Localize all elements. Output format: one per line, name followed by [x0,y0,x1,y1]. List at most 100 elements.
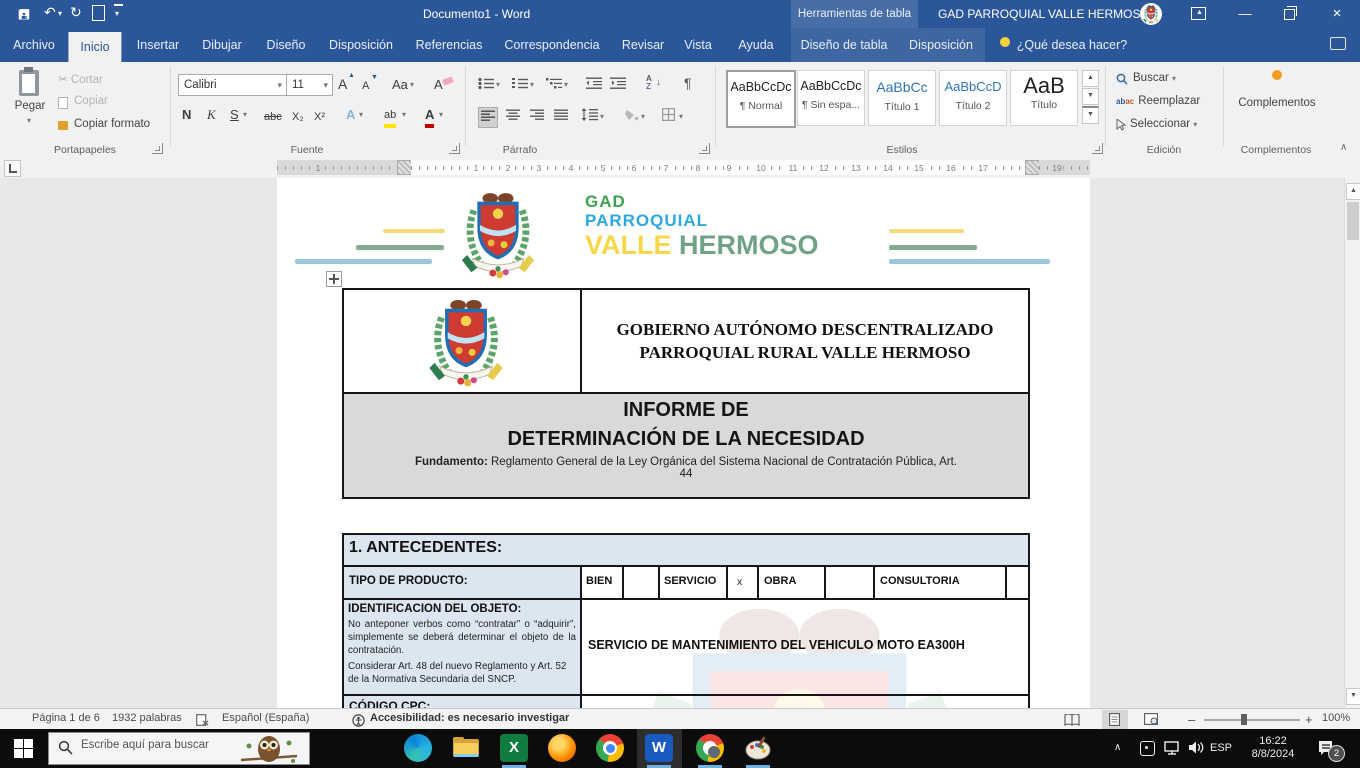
font-size-select[interactable]: 11▾ [286,74,333,96]
org-title[interactable]: GOBIERNO AUTÓNOMO DESCENTRALIZADO PARROQ… [582,318,1028,364]
language-tray[interactable]: ESP [1210,742,1232,755]
superscript-button[interactable]: X² [314,108,325,126]
tab-selector[interactable] [4,160,21,177]
tab-diseno[interactable]: Diseño [267,28,306,62]
font-dialog-launcher[interactable] [449,143,460,154]
font-name-select[interactable]: Calibri▾ [178,74,287,96]
style-normal[interactable]: AaBbCcDc¶ Normal [726,70,796,128]
bullets-button[interactable] [478,77,494,93]
zoom-out-button[interactable]: – [1188,712,1195,727]
pilcrow-button[interactable]: ¶ [684,75,692,91]
table-row-tipo[interactable]: TIPO DE PRODUCTO: BIEN SERVICIO x OBRA C… [342,565,1030,600]
underline-dropdown-icon[interactable]: ▾ [243,110,247,119]
change-case-button[interactable]: Aa [392,76,408,94]
sort-button[interactable]: AZ [646,75,652,91]
qat-customize-button[interactable]: ▾ [114,4,123,11]
search-input[interactable] [79,738,233,752]
bold-button[interactable]: N [182,106,191,124]
subscript-button[interactable]: X₂ [292,108,304,126]
tab-revisar[interactable]: Revisar [622,28,664,62]
paste-button[interactable]: Pegar ▾ [8,68,52,140]
numbering-button[interactable] [512,77,528,93]
copy-button[interactable]: Copiar [58,95,108,107]
tell-me-box[interactable]: ¿Qué desea hacer? [1017,28,1128,62]
tab-disposicion[interactable]: Disposición [329,28,393,62]
edge-icon[interactable] [404,734,432,762]
tab-inicio[interactable]: Inicio [68,32,121,62]
taskbar-search[interactable] [48,732,310,765]
scroll-up-button[interactable]: ▲ [1346,183,1360,200]
tray-expand-icon[interactable]: ∧ [1114,742,1121,753]
tab-ayuda[interactable]: Ayuda [738,28,773,62]
accessibility-status[interactable]: Accesibilidad: es necesario investigar [370,712,569,724]
zoom-slider-thumb[interactable] [1241,714,1247,725]
word-icon[interactable]: W [645,734,673,762]
word-count[interactable]: 1932 palabras [112,712,182,724]
addins-button[interactable]: Complementos [1232,70,1322,109]
ribbon-display-options-button[interactable]: ▲ [1191,7,1206,20]
tray-app-icon[interactable] [1140,741,1155,756]
objeto-text[interactable]: SERVICIO DE MANTENIMIENTO DEL VEHICULO M… [588,638,1022,652]
justify-button[interactable] [554,109,568,124]
align-left-button[interactable] [478,107,498,128]
table-row-identificacion[interactable]: IDENTIFICACION DEL OBJETO: No anteponer … [342,598,1030,696]
tipo-x-mark[interactable]: x [737,576,742,588]
vertical-scrollbar[interactable]: ▲ ▼ [1344,178,1360,708]
cut-button[interactable]: ✂ Cortar [58,72,103,86]
font-color-button[interactable]: A [425,106,434,128]
line-spacing-button[interactable] [582,108,598,124]
paragraph-dialog-launcher[interactable] [699,143,710,154]
firefox-icon[interactable] [548,734,576,762]
align-right-button[interactable] [530,109,544,124]
increase-indent-button[interactable] [610,77,626,93]
undo-dropdown-icon[interactable]: ▾ [58,9,62,18]
italic-button[interactable]: K [207,106,216,124]
table-row-informe[interactable]: INFORME DE DETERMINACIÓN DE LA NECESIDAD… [342,392,1030,499]
align-center-button[interactable] [506,109,520,124]
chrome-icon[interactable] [596,734,624,762]
select-button[interactable]: Seleccionar ▾ [1116,118,1197,130]
clock[interactable]: 16:228/8/2024 [1243,735,1303,761]
restore-button[interactable] [1284,9,1295,20]
proofing-icon[interactable] [196,714,209,729]
table-row-org[interactable]: GOBIERNO AUTÓNOMO DESCENTRALIZADO PARROQ… [342,288,1030,394]
style-sin-espaciado[interactable]: AaBbCcDc¶ Sin espa... [797,70,865,126]
volume-icon[interactable] [1188,740,1205,760]
styles-gallery-expand[interactable]: ▼ [1082,106,1099,124]
tab-dibujar[interactable]: Dibujar [202,28,242,62]
table-row-antecedentes[interactable]: 1. ANTECEDENTES: [342,533,1030,567]
scroll-down-button[interactable]: ▼ [1346,688,1360,705]
tab-insertar[interactable]: Insertar [137,28,179,62]
ident-left-cell[interactable]: IDENTIFICACION DEL OBJETO: No anteponer … [348,603,576,686]
avatar[interactable] [1140,3,1162,25]
tipo-consultoria[interactable]: CONSULTORIA [880,575,960,587]
decrease-indent-button[interactable] [586,77,602,93]
tab-disposicion-tabla[interactable]: Disposición [909,28,973,62]
tab-correspondencia[interactable]: Correspondencia [504,28,599,62]
style-titulo[interactable]: AaBTítulo [1010,70,1078,126]
borders-button[interactable] [662,108,675,124]
language-indicator[interactable]: Español (España) [222,712,309,724]
styles-dialog-launcher[interactable] [1092,143,1103,154]
scrollbar-thumb[interactable] [1347,202,1359,240]
web-layout-icon[interactable] [1144,713,1158,728]
chrome-profile-icon[interactable] [696,734,724,762]
start-button[interactable] [14,739,33,758]
tab-archivo[interactable]: Archivo [13,28,55,62]
zoom-in-button[interactable]: + [1305,712,1313,727]
print-preview-button[interactable] [92,5,105,21]
format-painter-button[interactable]: Copiar formato [58,118,150,130]
clipboard-dialog-launcher[interactable] [152,143,163,154]
tipo-bien[interactable]: BIEN [586,575,612,587]
file-explorer-icon[interactable] [452,734,480,762]
close-button[interactable]: × [1320,0,1354,28]
feedback-icon[interactable] [1330,37,1346,50]
undo-button[interactable]: ↶ [44,4,56,21]
multilevel-list-button[interactable] [546,77,562,93]
strikethrough-button[interactable]: abc [264,108,282,126]
underline-button[interactable]: S [230,106,239,124]
tab-referencias[interactable]: Referencias [416,28,483,62]
shrink-font-button[interactable]: A [362,77,369,95]
shading-button[interactable] [624,109,639,124]
text-effects-button[interactable]: A [346,106,355,124]
